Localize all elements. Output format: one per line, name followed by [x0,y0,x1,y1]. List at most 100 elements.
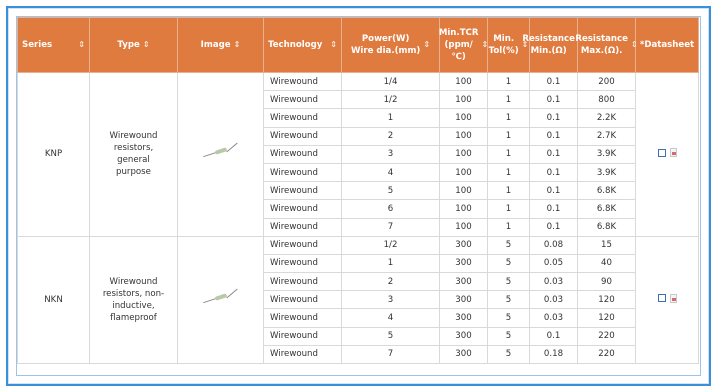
cell-rmax: 40 [577,253,636,274]
column-header-content: Type ⇕ [94,39,173,51]
column-header-technology[interactable]: Technology ⇕ [263,17,342,73]
cell-tol: 5 [487,253,530,274]
cell-tol: 5 [487,326,530,346]
cell-technology: Wirewound [263,272,342,292]
cell-tcr: 100 [439,162,488,183]
column-header-type[interactable]: Type ⇕ [89,17,178,73]
cell-rmin: 0.1 [529,217,578,237]
column-header-label: Resistance Min.(Ω) [522,34,575,56]
cell-tcr: 100 [439,90,488,110]
cell-rmin: 0.1 [529,108,578,128]
cell-power: 1/2 [341,235,440,255]
resistor-icon[interactable] [202,288,239,305]
cell-rmax: 2.7K [577,126,636,146]
cell-tcr: 300 [439,326,488,346]
cell-tol: 1 [487,71,530,92]
column-header-content: Min.TCR (ppm/℃) ⇕ [439,27,488,63]
column-header-content: Resistance Min.(Ω)⇕ [522,33,584,57]
sort-icon[interactable]: ⇕ [330,39,337,51]
column-header-content: Series ⇕ [22,39,85,51]
column-header-datasheet[interactable]: *Datasheet [635,17,699,73]
resistor-icon[interactable] [202,142,239,159]
cell-technology: Wirewound [263,290,342,310]
cell-power: 1/4 [341,71,440,92]
cell-tol: 1 [487,162,530,183]
column-header-label: Image [200,40,231,50]
column-header-label: Min. Tol(%) [488,34,519,56]
cell-rmax: 2.2K [577,108,636,128]
resistor-lead [225,288,238,299]
column-header-tcr[interactable]: Min.TCR (ppm/℃) ⇕ [439,17,488,73]
cell-rmin: 0.03 [529,308,578,328]
datasheet-cell [635,72,699,237]
cell-rmax: 120 [577,308,636,328]
product-table-frame: Series ⇕ Type ⇕ Image ⇕ Technology ⇕ Power(W) Wi… [6,6,711,386]
cell-rmin: 0.08 [529,235,578,255]
datasheet-controls [657,293,677,303]
cell-tol: 1 [487,199,530,219]
cell-tcr: 300 [439,290,488,310]
cell-rmax: 200 [577,71,636,92]
cell-tcr: 300 [439,235,488,255]
column-header-label: Technology [268,40,323,50]
image-cell [177,72,264,237]
cell-technology: Wirewound [263,181,342,201]
pdf-icon[interactable] [669,148,677,158]
cell-tol: 1 [487,126,530,146]
cell-power: 6 [341,199,440,219]
cell-rmax: 3.9K [577,144,636,164]
column-header-rmax[interactable]: Resistance Max.(Ω). ⇕ [575,17,638,73]
table-header-row: Series ⇕ Type ⇕ Image ⇕ Technology ⇕ Power(W) Wi… [17,17,699,73]
cell-rmax: 220 [577,344,636,365]
cell-tol: 5 [487,290,530,310]
cell-tol: 5 [487,272,530,292]
cell-tcr: 300 [439,308,488,328]
column-header-rmin[interactable]: Resistance Min.(Ω)⇕ [522,17,585,73]
cell-rmin: 0.1 [529,90,578,110]
cell-rmin: 0.1 [529,126,578,146]
sort-icon[interactable]: ⇕ [143,39,150,51]
cell-power: 5 [341,181,440,201]
cell-power: 2 [341,126,440,146]
cell-tcr: 300 [439,344,488,365]
cell-rmin: 0.03 [529,290,578,310]
cell-tcr: 300 [439,253,488,274]
datasheet-controls [657,148,677,158]
sort-icon[interactable]: ⇕ [78,39,85,51]
table-row: KNP Wirewound resistors, general purpose W… [17,71,699,237]
datasheet-checkbox[interactable] [657,294,666,303]
cell-power: 4 [341,162,440,183]
sort-icon[interactable]: ⇕ [234,39,241,51]
column-header-label: Type [117,40,140,50]
column-header-series[interactable]: Series ⇕ [17,17,90,73]
column-header-content: *Datasheet [640,39,694,51]
column-header-power[interactable]: Power(W) Wire dia.(mm) ⇕ [341,17,440,73]
column-header-label: *Datasheet [639,40,695,50]
column-header-image[interactable]: Image ⇕ [177,17,264,73]
cell-tcr: 300 [439,272,488,292]
cell-tol: 1 [487,90,530,110]
column-header-content: Min. Tol(%) ⇕ [488,33,529,57]
cell-technology: Wirewound [263,253,342,274]
cell-power: 2 [341,272,440,292]
cell-rmax: 120 [577,290,636,310]
pdf-icon[interactable] [669,293,677,303]
cell-tol: 1 [487,217,530,237]
cell-rmax: 220 [577,326,636,346]
sort-icon[interactable]: ⇕ [423,39,430,51]
column-header-label: Min.TCR (ppm/℃) [438,28,479,62]
column-header-label: Power(W) Wire dia.(mm) [350,34,421,56]
table-row: NKN Wirewound resistors, non-inductive, f… [17,235,699,365]
cell-rmax: 6.8K [577,181,636,201]
resistor-lead [225,142,238,153]
cell-tcr: 100 [439,71,488,92]
cell-rmin: 0.1 [529,71,578,92]
column-header-content: Image ⇕ [182,39,259,51]
cell-rmax: 90 [577,272,636,292]
cell-tcr: 100 [439,144,488,164]
cell-rmin: 0.03 [529,272,578,292]
datasheet-checkbox[interactable] [657,148,666,157]
cell-rmin: 0.1 [529,199,578,219]
column-header-content: Technology ⇕ [268,39,337,51]
cell-rmax: 15 [577,235,636,255]
